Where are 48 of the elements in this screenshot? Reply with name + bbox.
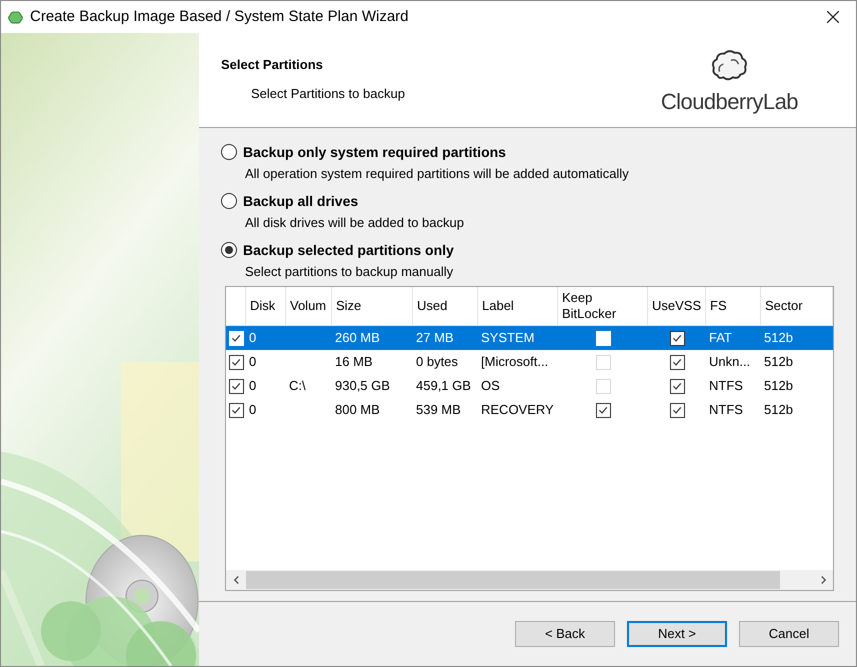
table-cell: 512b bbox=[764, 402, 793, 418]
table-cell: OS bbox=[481, 378, 500, 394]
column-header[interactable]: Volum bbox=[290, 298, 326, 314]
option-description: All operation system required partitions will be added automatically bbox=[244, 165, 630, 183]
column-header[interactable]: UseVSS bbox=[652, 298, 702, 314]
column-header[interactable]: Sector bbox=[765, 298, 803, 314]
table-cell: 512b bbox=[764, 378, 793, 394]
column-header[interactable]: Label bbox=[482, 298, 514, 314]
table-cell: NTFS bbox=[709, 378, 743, 394]
wizard-button[interactable]: Next > bbox=[627, 621, 727, 647]
table-cell: 260 MB bbox=[335, 330, 380, 346]
table-cell: 16 MB bbox=[335, 354, 373, 370]
page-title: Select Partitions bbox=[221, 56, 324, 74]
column-header[interactable]: Used bbox=[417, 298, 448, 314]
option-description: All disk drives will be added to backup bbox=[244, 214, 465, 232]
table-cell: NTFS bbox=[709, 402, 743, 418]
column-header[interactable]: FS bbox=[710, 298, 727, 314]
table-cell: 0 bbox=[249, 402, 256, 418]
table-cell: [Microsoft... bbox=[481, 354, 548, 370]
table-cell: FAT bbox=[709, 330, 732, 346]
column-header[interactable]: Size bbox=[336, 298, 362, 314]
table-cell: 539 MB bbox=[416, 402, 461, 418]
table-cell: 512b bbox=[764, 354, 793, 370]
table-cell: 459,1 GB bbox=[416, 378, 471, 394]
table-cell: 0 bbox=[249, 378, 256, 394]
column-header[interactable]: Disk bbox=[250, 298, 276, 314]
table-cell: 0 bytes bbox=[416, 354, 458, 370]
wizard-button[interactable]: Cancel bbox=[739, 621, 839, 647]
radio-option[interactable]: Backup all drives bbox=[221, 192, 856, 210]
wizard-button[interactable]: < Back bbox=[515, 621, 615, 647]
table-cell: 27 MB bbox=[416, 330, 454, 346]
radio-option[interactable]: Backup only system required partitions bbox=[221, 143, 856, 161]
logo-text: CloudberryLab bbox=[660, 88, 798, 116]
table-cell: Unkn... bbox=[709, 354, 750, 370]
table-cell: C:\ bbox=[289, 378, 306, 394]
table-cell: 512b bbox=[764, 330, 793, 346]
table-row[interactable]: 0 260 MB 27 MB SYSTEM FAT 512b bbox=[226, 326, 833, 350]
page-subtitle: Select Partitions to backup bbox=[250, 84, 405, 103]
table-cell: 0 bbox=[249, 354, 256, 370]
column-header[interactable]: Keep BitLocker bbox=[562, 290, 643, 322]
window-title: Create Backup Image Based / System State Plan Wizard bbox=[30, 6, 409, 27]
radio-option[interactable]: Backup selected partitions only bbox=[221, 241, 856, 259]
table-cell: RECOVERY bbox=[481, 402, 554, 418]
table-cell: 930,5 GB bbox=[335, 378, 390, 394]
table-cell: 0 bbox=[249, 330, 256, 346]
option-description: Select partitions to backup manually bbox=[244, 263, 454, 281]
table-cell: SYSTEM bbox=[481, 330, 534, 346]
table-cell: 800 MB bbox=[335, 402, 380, 418]
